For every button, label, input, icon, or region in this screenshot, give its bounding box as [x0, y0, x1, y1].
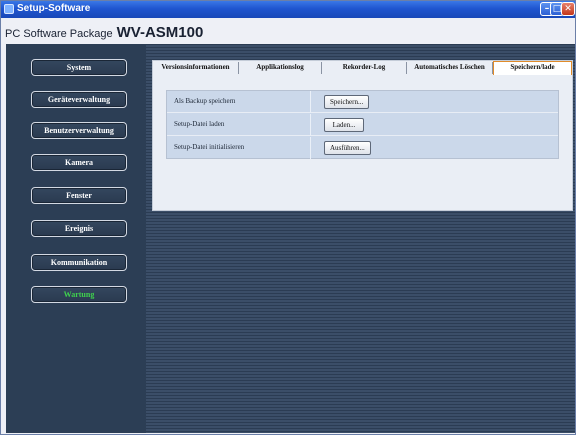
app-window: Setup-Software – □ ✕ PC Software Package…: [0, 0, 576, 435]
title-bar[interactable]: Setup-Software – □ ✕: [1, 1, 575, 18]
option-label-load: Setup-Datei laden: [174, 120, 225, 128]
tab-speichern-laden[interactable]: Speichern/lade: [493, 61, 572, 75]
row-divider: [310, 114, 311, 136]
nav-button-wartung[interactable]: Wartung: [31, 286, 127, 303]
model-name: WV-ASM100: [116, 24, 204, 41]
app-icon: [4, 4, 14, 14]
nav-button-fenster[interactable]: Fenster: [31, 187, 127, 204]
nav-button-system[interactable]: System: [31, 59, 127, 76]
option-row-initialize: Setup-Datei initialisieren Ausführen...: [167, 137, 558, 159]
option-row-load: Setup-Datei laden Laden...: [167, 114, 558, 136]
window-title: Setup-Software: [17, 3, 91, 14]
tab-versionsinformationen[interactable]: Versionsinformationen: [153, 62, 239, 74]
tab-rekorder-log[interactable]: Rekorder-Log: [322, 62, 407, 74]
tab-applikationslog[interactable]: Applikationslog: [239, 62, 322, 74]
option-row-backup: Als Backup speichern Speichern...: [167, 91, 558, 113]
close-button[interactable]: ✕: [561, 2, 575, 16]
nav-button-ereignis[interactable]: Ereignis: [31, 220, 127, 237]
nav-button-geraeteverwaltung[interactable]: Geräteverwaltung: [31, 91, 127, 108]
options-table: Als Backup speichern Speichern... Setup-…: [166, 90, 559, 159]
package-header: PC Software Package WV-ASM100: [5, 24, 203, 41]
row-divider: [310, 137, 311, 159]
load-button[interactable]: Laden...: [324, 118, 364, 132]
tab-bar: Versionsinformationen Applikationslog Re…: [153, 61, 572, 75]
save-button[interactable]: Speichern...: [324, 95, 370, 109]
package-label: PC Software Package: [5, 28, 113, 40]
tab-automatisches-loeschen[interactable]: Automatisches Löschen: [407, 62, 493, 74]
option-label-initialize: Setup-Datei initialisieren: [174, 143, 245, 151]
nav-button-benutzerverwaltung[interactable]: Benutzerverwaltung: [31, 122, 127, 139]
maintenance-panel: Versionsinformationen Applikationslog Re…: [152, 60, 573, 211]
execute-button[interactable]: Ausführen...: [324, 141, 371, 155]
nav-button-kommunikation[interactable]: Kommunikation: [31, 254, 127, 271]
sidebar: System Geräteverwaltung Benutzerverwaltu…: [6, 44, 146, 433]
row-divider: [310, 91, 311, 113]
content-area: Versionsinformationen Applikationslog Re…: [146, 44, 575, 433]
nav-button-kamera[interactable]: Kamera: [31, 154, 127, 171]
close-icon: ✕: [564, 4, 572, 14]
option-label-backup: Als Backup speichern: [174, 97, 236, 105]
